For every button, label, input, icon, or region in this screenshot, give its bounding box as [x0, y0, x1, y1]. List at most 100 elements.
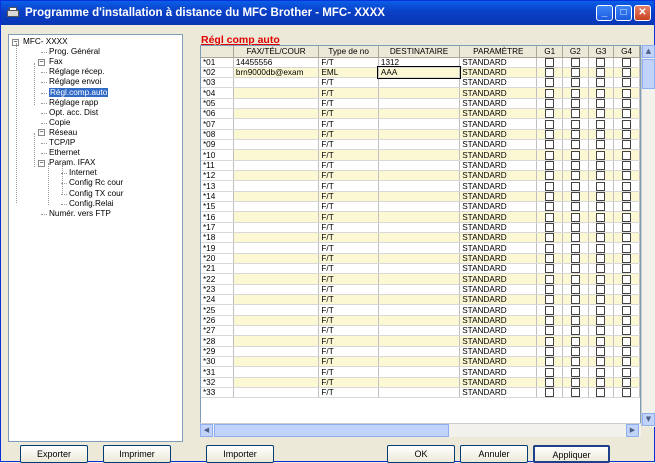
group-checkbox[interactable]	[596, 68, 606, 77]
parameter-cell[interactable]: STANDARD	[459, 242, 538, 254]
table-row[interactable]: *15 F/T STANDARD	[201, 201, 640, 213]
group-checkbox[interactable]	[596, 99, 606, 108]
fax-tel-cell[interactable]	[233, 180, 320, 192]
number-type-cell[interactable]: F/T	[318, 304, 379, 316]
horizontal-scroll-thumb[interactable]	[214, 424, 449, 437]
table-row[interactable]: *02 brn9000db@exam EML AAA STANDARD	[201, 66, 640, 79]
recipient-cell[interactable]: 1312	[378, 57, 461, 68]
tree-item-fax[interactable]: Fax	[49, 57, 63, 67]
group-checkbox[interactable]	[596, 161, 606, 170]
table-row[interactable]: *23 F/T STANDARD	[201, 284, 640, 296]
group-checkbox[interactable]	[596, 233, 606, 242]
cancel-button[interactable]: Annuler	[460, 445, 528, 463]
group-checkbox[interactable]	[570, 305, 580, 315]
recipient-cell[interactable]	[378, 242, 461, 254]
group-checkbox[interactable]	[596, 78, 606, 87]
table-row[interactable]: *21 F/T STANDARD	[201, 263, 640, 275]
number-type-cell[interactable]: F/T	[318, 315, 379, 327]
group-checkbox[interactable]	[570, 171, 580, 180]
number-type-cell[interactable]: F/T	[318, 87, 379, 99]
group-checkbox[interactable]	[596, 171, 606, 180]
parameter-cell[interactable]: STANDARD	[459, 325, 538, 337]
table-row[interactable]: *24 F/T STANDARD	[201, 294, 640, 306]
parameter-cell[interactable]: STANDARD	[459, 211, 538, 223]
group-checkbox[interactable]	[596, 192, 606, 201]
group-checkbox[interactable]	[596, 109, 606, 118]
parameter-cell[interactable]: STANDARD	[459, 201, 538, 213]
group-checkbox[interactable]	[622, 181, 632, 191]
parameter-cell[interactable]: STANDARD	[459, 232, 538, 244]
group-checkbox[interactable]	[545, 347, 555, 356]
table-row[interactable]: *10 F/T STANDARD	[201, 149, 640, 161]
number-type-cell[interactable]: F/T	[318, 98, 379, 110]
group-checkbox[interactable]	[596, 316, 606, 325]
parameter-cell[interactable]: STANDARD	[459, 284, 538, 296]
table-row[interactable]: *29 F/T STANDARD	[201, 346, 640, 358]
parameter-cell[interactable]: STANDARD	[459, 139, 538, 151]
table-row[interactable]: *28 F/T STANDARD	[201, 335, 640, 347]
number-type-cell[interactable]: F/T	[318, 211, 379, 223]
group-checkbox[interactable]	[596, 347, 606, 356]
group-checkbox[interactable]	[570, 181, 580, 191]
group-checkbox[interactable]	[622, 150, 632, 160]
group-checkbox[interactable]	[596, 212, 606, 222]
number-type-cell[interactable]: F/T	[318, 77, 379, 89]
column-header[interactable]: G4	[613, 46, 640, 58]
fax-tel-cell[interactable]	[233, 77, 320, 89]
number-type-cell[interactable]: F/T	[318, 170, 379, 182]
group-checkbox[interactable]	[545, 99, 555, 108]
fax-tel-cell[interactable]	[233, 201, 320, 213]
group-checkbox[interactable]	[622, 130, 632, 139]
parameter-cell[interactable]: STANDARD	[459, 304, 538, 316]
table-row[interactable]: *03 F/T STANDARD	[201, 77, 640, 89]
fax-tel-cell[interactable]	[233, 139, 320, 151]
tree-item-mfc-xxxx[interactable]: MFC- XXXX	[23, 37, 68, 47]
column-header[interactable]: G1	[536, 46, 564, 58]
tree-item-config-relai[interactable]: Config.Relai	[69, 199, 114, 209]
group-checkbox[interactable]	[622, 336, 632, 346]
maximize-button[interactable]: □	[615, 5, 632, 21]
group-checkbox[interactable]	[545, 109, 555, 118]
fax-tel-cell[interactable]	[233, 87, 320, 99]
column-header[interactable]: DESTINATAIRE	[378, 46, 461, 58]
number-type-cell[interactable]: F/T	[318, 191, 379, 203]
group-checkbox[interactable]	[622, 305, 632, 315]
tree-item-r-glage-rapp[interactable]: Réglage rapp	[49, 98, 98, 108]
parameter-cell[interactable]: STANDARD	[459, 377, 538, 389]
column-header[interactable]: PARAMÈTRE	[459, 46, 538, 58]
table-row[interactable]: *18 F/T STANDARD	[201, 232, 640, 244]
group-checkbox[interactable]	[570, 285, 580, 294]
group-checkbox[interactable]	[622, 202, 632, 211]
horizontal-scrollbar[interactable]: ◀ ▶	[200, 423, 641, 437]
recipient-cell[interactable]	[378, 253, 461, 265]
table-row[interactable]: *30 F/T STANDARD	[201, 356, 640, 368]
group-checkbox[interactable]	[570, 161, 580, 170]
fax-tel-cell[interactable]	[233, 242, 320, 254]
recipient-cell[interactable]	[378, 139, 461, 151]
group-checkbox[interactable]	[570, 109, 580, 118]
number-type-cell[interactable]: F/T	[318, 284, 379, 296]
group-checkbox[interactable]	[545, 223, 555, 232]
group-checkbox[interactable]	[622, 388, 632, 397]
group-checkbox[interactable]	[622, 192, 632, 201]
recipient-cell[interactable]	[378, 325, 461, 337]
recipient-cell[interactable]	[378, 77, 461, 89]
table-row[interactable]: *17 F/T STANDARD	[201, 222, 640, 234]
column-header[interactable]: G2	[562, 46, 589, 58]
group-checkbox[interactable]	[622, 378, 632, 387]
collapse-icon[interactable]: −	[38, 129, 45, 137]
group-checkbox[interactable]	[596, 181, 606, 191]
group-checkbox[interactable]	[570, 119, 580, 129]
group-checkbox[interactable]	[570, 202, 580, 211]
group-checkbox[interactable]	[545, 130, 555, 139]
group-checkbox[interactable]	[545, 119, 555, 129]
group-checkbox[interactable]	[570, 254, 580, 263]
recipient-cell[interactable]	[378, 377, 461, 389]
parameter-cell[interactable]: STANDARD	[459, 87, 538, 99]
export-button[interactable]: Exporter	[20, 445, 88, 463]
group-checkbox[interactable]	[622, 57, 632, 67]
recipient-cell[interactable]	[378, 304, 461, 316]
group-checkbox[interactable]	[545, 78, 555, 87]
number-type-cell[interactable]: F/T	[318, 242, 379, 254]
group-checkbox[interactable]	[596, 295, 606, 304]
